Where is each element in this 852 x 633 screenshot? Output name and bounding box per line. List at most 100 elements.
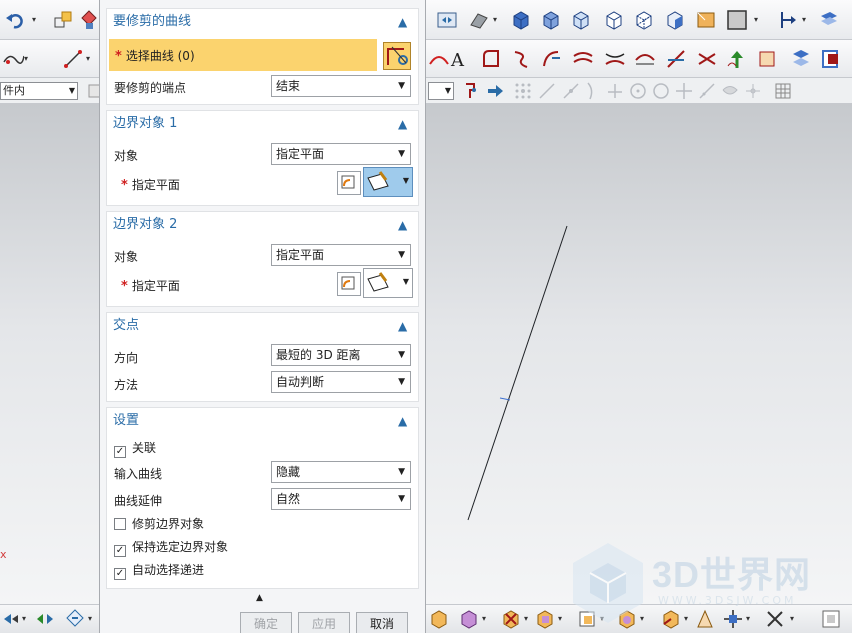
project-icon[interactable]	[696, 48, 718, 70]
pan-icon[interactable]	[34, 608, 56, 630]
method-select[interactable]: 自动判断 ▼	[271, 371, 411, 393]
chevron-down-icon[interactable]: ▾	[800, 9, 808, 31]
tangent-icon[interactable]	[582, 80, 604, 102]
chevron-down-icon[interactable]: ▾	[556, 608, 564, 630]
select-curve-row[interactable]: * 选择曲线 (0)	[109, 39, 377, 71]
offset-curve-icon[interactable]	[572, 48, 594, 70]
section-curve-to-trim: 要修剪的曲线 ▲ * 选择曲线 (0) 要修剪的端点 结束 ▼	[106, 8, 419, 105]
wireframe-cube-icon[interactable]	[570, 9, 592, 31]
mirror-curve-icon[interactable]	[790, 48, 812, 70]
grid-snap-icon[interactable]	[512, 80, 534, 102]
solid-cube-icon[interactable]	[510, 9, 532, 31]
chevron-down-icon[interactable]: ▾	[30, 9, 38, 31]
plane-view-icon[interactable]	[818, 9, 840, 31]
point-on-curve-icon[interactable]	[673, 80, 695, 102]
chevron-down-icon[interactable]: ▾	[522, 608, 530, 630]
ok-button[interactable]: 确定	[240, 612, 292, 633]
shaded-icon[interactable]	[468, 9, 490, 31]
join-curve-icon[interactable]	[756, 48, 778, 70]
collapse-footer-icon[interactable]: ▲	[256, 593, 263, 603]
fillet-icon[interactable]	[480, 48, 502, 70]
chevron-down-icon[interactable]: ▾	[86, 608, 94, 630]
apply-button[interactable]: 应用	[298, 612, 350, 633]
section-header[interactable]: 交点 ▲	[107, 313, 418, 339]
section-header[interactable]: 要修剪的曲线 ▲	[107, 9, 418, 35]
chevron-down-icon[interactable]: ▾	[20, 608, 28, 630]
keep-selected-checkbox[interactable]: ✓ 保持选定边界对象	[114, 540, 228, 557]
hidden-edge-cube-icon[interactable]	[603, 9, 625, 31]
curve-icon[interactable]	[2, 48, 25, 70]
grid-icon[interactable]	[772, 80, 794, 102]
chevron-down-icon[interactable]: ▾	[22, 48, 30, 70]
part-filter-select[interactable]: 件内 ▼	[0, 82, 78, 100]
chevron-up-icon[interactable]: ▲	[398, 314, 412, 333]
background-icon[interactable]	[695, 9, 717, 31]
endpoint-icon[interactable]	[536, 80, 558, 102]
select-curve-button[interactable]	[383, 42, 411, 70]
split-curve-icon[interactable]	[665, 48, 687, 70]
curve-extend-select[interactable]: 自然 ▼	[271, 488, 411, 510]
plane-reverse-button[interactable]	[337, 272, 361, 296]
render-style-icon[interactable]	[726, 9, 748, 31]
boundary2-object-select[interactable]: 指定平面 ▼	[271, 244, 411, 266]
arrow-icon[interactable]	[484, 80, 506, 102]
edge-cube-icon[interactable]	[633, 9, 655, 31]
midpoint-icon[interactable]	[560, 80, 582, 102]
zoom-icon[interactable]	[64, 608, 86, 630]
chevron-down-icon[interactable]: ▾	[84, 48, 92, 70]
line-icon[interactable]	[62, 48, 84, 70]
endpoint-select[interactable]: 结束 ▼	[271, 75, 411, 97]
bridge-icon[interactable]	[634, 48, 656, 70]
associative-checkbox[interactable]: ✓ 关联	[114, 441, 156, 458]
chevron-up-icon[interactable]: ▲	[398, 10, 412, 29]
text-icon[interactable]: A	[448, 48, 470, 71]
boundary1-object-select[interactable]: 指定平面 ▼	[271, 143, 411, 165]
auto-progress-checkbox[interactable]: ✓ 自动选择递进	[114, 563, 204, 580]
input-curve-select[interactable]: 隐藏 ▼	[271, 461, 411, 483]
chevron-up-icon[interactable]: ▲	[398, 213, 412, 232]
chevron-down-icon: ▼	[398, 149, 405, 159]
plane-dialog-button[interactable]: ▼	[363, 268, 413, 298]
existing-point-icon[interactable]	[719, 80, 741, 102]
trim-boundary-checkbox[interactable]: 修剪边界对象	[114, 517, 204, 531]
chevron-down-icon[interactable]: ▾	[752, 9, 760, 31]
extrude-icon[interactable]	[500, 608, 522, 630]
scale-curve-icon[interactable]	[820, 48, 842, 70]
arc-icon[interactable]	[428, 48, 450, 70]
trim-icon[interactable]	[510, 48, 532, 70]
cylinder-icon[interactable]	[458, 608, 480, 630]
specify-plane-text: 指定平面	[131, 279, 180, 293]
quadrant-icon[interactable]	[650, 80, 672, 102]
snap-select[interactable]: ▼	[428, 82, 454, 100]
section-header[interactable]: 边界对象 1 ▲	[107, 111, 418, 137]
chevron-down-icon[interactable]: ▾	[480, 608, 488, 630]
combine-icon[interactable]	[726, 48, 748, 70]
undo-icon[interactable]	[4, 9, 26, 31]
center-icon[interactable]	[627, 80, 649, 102]
rotate-icon[interactable]	[0, 608, 22, 630]
intersection-icon[interactable]	[604, 80, 626, 102]
pole-icon[interactable]	[742, 80, 764, 102]
plane-dialog-button[interactable]: ▼	[363, 167, 413, 197]
point-on-surface-icon[interactable]	[696, 80, 718, 102]
view-fit-icon[interactable]	[436, 9, 458, 31]
copy-icon[interactable]	[52, 9, 74, 31]
box-icon[interactable]	[428, 608, 450, 630]
wcs-cube-icon[interactable]	[664, 9, 686, 31]
watermark-url: WWW.3DSJW.COM	[658, 594, 797, 607]
plane-reverse-button[interactable]	[337, 171, 361, 195]
section-header[interactable]: 设置 ▲	[107, 408, 418, 434]
chevron-up-icon[interactable]: ▲	[398, 112, 412, 131]
snap-icon[interactable]	[78, 9, 100, 31]
shaded-cube-icon[interactable]	[540, 9, 562, 31]
direction-select[interactable]: 最短的 3D 距离 ▼	[271, 344, 411, 366]
revolve-icon[interactable]	[534, 608, 556, 630]
divide-curve-icon[interactable]	[604, 48, 626, 70]
chevron-up-icon[interactable]: ▲	[398, 409, 412, 428]
point-type-icon[interactable]	[460, 80, 482, 102]
section-header[interactable]: 边界对象 2 ▲	[107, 212, 418, 238]
cancel-button[interactable]: 取消	[356, 612, 408, 633]
section-view-icon[interactable]	[777, 9, 799, 31]
chevron-down-icon[interactable]: ▾	[491, 9, 499, 31]
extend-icon[interactable]	[540, 48, 562, 70]
